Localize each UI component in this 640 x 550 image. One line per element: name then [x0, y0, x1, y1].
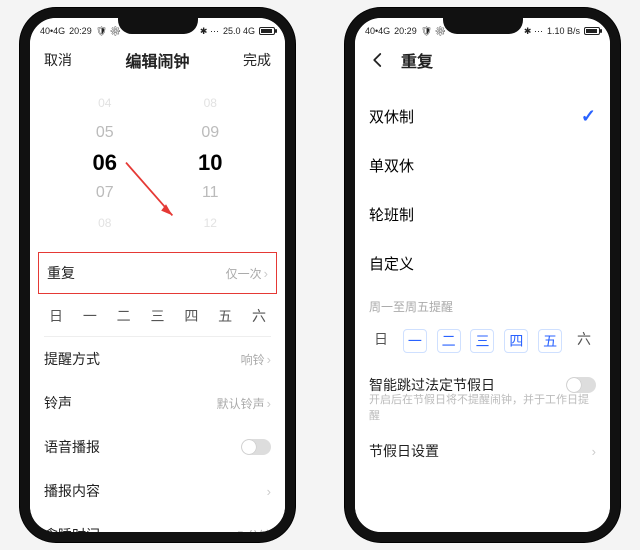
snooze-row[interactable]: 贪睡时间 5 分钟	[30, 513, 285, 542]
back-button[interactable]	[369, 51, 387, 69]
notch	[443, 18, 523, 34]
weekday-on[interactable]: 三	[470, 329, 494, 353]
chevron-right-icon: ›	[267, 484, 271, 499]
bt-icon: ✱ ⋯	[524, 26, 543, 37]
chevron-right-icon: ›	[267, 396, 271, 411]
check-icon: ✓	[581, 106, 596, 127]
minute-column[interactable]: 08 09 10 11 12	[158, 78, 264, 248]
hour-opt: 05	[96, 118, 114, 148]
minute-opt: 09	[201, 118, 219, 148]
notch	[118, 18, 198, 34]
option-single-double[interactable]: 单双休	[355, 141, 610, 190]
status-icons: 🛡 ⚙	[421, 26, 446, 37]
net-right: 25.0 4G	[223, 26, 255, 36]
weekday-bar: 日 一 二 三 四 五 六	[30, 298, 285, 336]
holiday-settings-row[interactable]: 节假日设置 ›	[355, 429, 610, 473]
minute-opt: 11	[202, 178, 219, 208]
remind-row[interactable]: 提醒方式 响铃›	[30, 337, 285, 381]
repeat-value: 仅一次	[226, 265, 262, 282]
weekday[interactable]: 五	[213, 306, 237, 326]
screen-repeat: 40•4G 20:29 🛡 ⚙ ✱ ⋯ 1.10 B/s 重复 双休制 ✓ 单双…	[355, 18, 610, 532]
minute-opt: 12	[204, 208, 217, 238]
status-icons: 🛡 ⚙	[96, 26, 121, 37]
content-row[interactable]: 播报内容 ›	[30, 469, 285, 513]
hour-selected: 06	[93, 148, 117, 178]
hour-column[interactable]: 04 05 06 07 08	[52, 78, 158, 248]
weekday-caption: 周一至周五提醒	[355, 288, 610, 321]
option-label: 自定义	[369, 253, 414, 274]
holiday-label: 节假日设置	[369, 441, 439, 461]
option-label: 轮班制	[369, 204, 414, 225]
weekday-on[interactable]: 一	[403, 329, 427, 353]
voice-label: 语音播报	[44, 437, 100, 457]
status-time: 20:29	[394, 26, 417, 36]
page-title: 编辑闹钟	[125, 48, 189, 72]
snooze-value: 5 分钟	[237, 527, 271, 543]
navbar-edit: 取消 编辑闹钟 完成	[30, 42, 285, 78]
option-shift[interactable]: 轮班制	[355, 190, 610, 239]
weekday-bar: 日 一 二 三 四 五 六	[355, 321, 610, 363]
chevron-right-icon: ›	[267, 352, 271, 367]
skip-toggle[interactable]	[566, 377, 596, 393]
weekday[interactable]: 二	[112, 306, 136, 326]
voice-row[interactable]: 语音播报	[30, 425, 285, 469]
phone-right: 40•4G 20:29 🛡 ⚙ ✱ ⋯ 1.10 B/s 重复 双休制 ✓ 单双…	[345, 8, 620, 542]
navbar-repeat: 重复	[355, 42, 610, 78]
status-time: 20:29	[69, 26, 92, 36]
option-label: 双休制	[369, 106, 414, 127]
hour-opt: 04	[98, 88, 111, 118]
repeat-row[interactable]: 重复 仅一次›	[38, 252, 277, 294]
skip-sub: 开启后在节假日将不提醒闹钟，并于工作日提醒	[355, 391, 610, 429]
battery-icon	[584, 27, 600, 35]
repeat-label: 重复	[47, 263, 75, 283]
battery-icon	[259, 27, 275, 35]
cancel-button[interactable]: 取消	[44, 50, 72, 70]
option-double-rest[interactable]: 双休制 ✓	[355, 92, 610, 141]
option-custom[interactable]: 自定义	[355, 239, 610, 288]
voice-toggle[interactable]	[241, 439, 271, 455]
weekday[interactable]: 六	[247, 306, 271, 326]
option-label: 单双休	[369, 155, 414, 176]
snooze-label: 贪睡时间	[44, 525, 100, 542]
hour-opt: 08	[98, 208, 111, 238]
weekday[interactable]: 一	[78, 306, 102, 326]
phone-left: 40•4G 20:29 🛡 ⚙ ✱ ⋯ 25.0 4G 取消 编辑闹钟 完成 0…	[20, 8, 295, 542]
ringtone-row[interactable]: 铃声 默认铃声›	[30, 381, 285, 425]
hour-opt: 07	[96, 178, 114, 208]
remind-value: 响铃	[241, 351, 265, 368]
signal-icon: 40•4G	[365, 26, 390, 36]
weekday[interactable]: 三	[145, 306, 169, 326]
page-title: 重复	[401, 48, 433, 72]
minute-opt: 08	[204, 88, 217, 118]
chevron-right-icon: ›	[264, 266, 268, 281]
content-label: 播报内容	[44, 481, 100, 501]
time-picker[interactable]: 04 05 06 07 08 08 09 10 11 12	[30, 78, 285, 248]
net-right: 1.10 B/s	[547, 26, 580, 36]
weekday-on[interactable]: 二	[437, 329, 461, 353]
remind-label: 提醒方式	[44, 349, 100, 369]
weekday[interactable]: 日	[44, 306, 68, 326]
ringtone-value: 默认铃声	[217, 395, 265, 412]
weekday-on[interactable]: 四	[504, 329, 528, 353]
weekday[interactable]: 日	[369, 329, 393, 353]
weekday-on[interactable]: 五	[538, 329, 562, 353]
done-button[interactable]: 完成	[243, 50, 271, 70]
weekday[interactable]: 四	[179, 306, 203, 326]
screen-edit-alarm: 40•4G 20:29 🛡 ⚙ ✱ ⋯ 25.0 4G 取消 编辑闹钟 完成 0…	[30, 18, 285, 532]
ringtone-label: 铃声	[44, 393, 72, 413]
weekday[interactable]: 六	[572, 329, 596, 353]
minute-selected: 10	[198, 148, 222, 178]
bt-icon: ✱ ⋯	[200, 26, 219, 37]
signal-icon: 40•4G	[40, 26, 65, 36]
chevron-right-icon: ›	[592, 444, 596, 459]
